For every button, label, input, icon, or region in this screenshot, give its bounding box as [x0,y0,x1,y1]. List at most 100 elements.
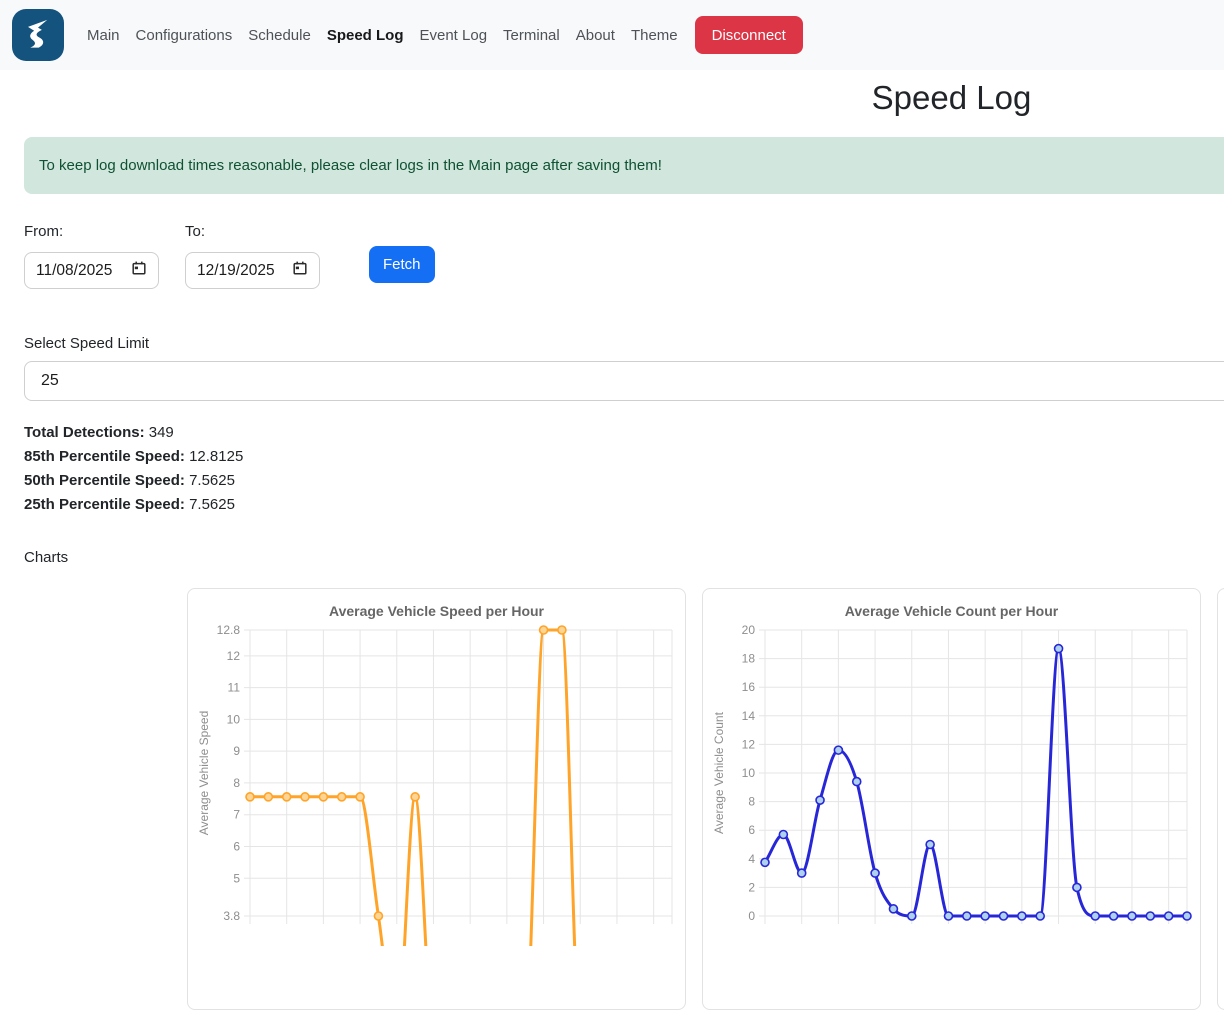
data-point [779,830,787,838]
y-tick-label: 12 [227,649,241,663]
data-point [1128,912,1136,920]
navbar: Main Configurations Schedule Speed Log E… [0,0,1224,70]
count-per-hour-chart[interactable]: 20181614121086420Average Vehicle Count p… [703,589,1200,1007]
y-tick-label: 4 [748,852,755,866]
speed-limit-label: Select Speed Limit [24,335,1224,352]
y-tick-label: 3.8 [223,909,240,923]
y-axis-title: Average Vehicle Speed [197,711,211,836]
to-group: To: 12/19/2025 [185,223,320,289]
y-tick-label: 14 [742,709,756,723]
data-point [356,793,364,801]
nav-item-terminal[interactable]: Terminal [495,27,568,44]
charts-row: 12.8121110987653.8Average Vehicle Speed … [0,588,1224,1010]
data-point [1073,883,1081,891]
chart-card-partial [1217,588,1224,1010]
fetch-button[interactable]: Fetch [369,246,435,283]
y-tick-label: 12.8 [217,623,241,637]
nav-item-schedule[interactable]: Schedule [240,27,319,44]
data-point [411,793,419,801]
y-tick-label: 5 [233,871,240,885]
data-point [816,796,824,804]
nav-item-about[interactable]: About [568,27,623,44]
y-tick-label: 18 [742,652,756,666]
data-point [1110,912,1118,920]
data-point [1091,912,1099,920]
calendar-icon[interactable] [292,260,308,281]
nav-item-theme[interactable]: Theme [623,27,686,44]
charts-label: Charts [24,549,1224,566]
chart-svg: 20181614121086420Average Vehicle Count p… [703,589,1200,1007]
data-point [1146,912,1154,920]
speed-limit-value: 25 [41,372,59,390]
stats-block: Total Detections: 349 85th Percentile Sp… [24,421,1224,517]
from-date-input[interactable]: 11/08/2025 [24,252,159,289]
from-date-value: 11/08/2025 [36,262,112,280]
nav-item-speed-log[interactable]: Speed Log [319,27,412,44]
data-point [1183,912,1191,920]
y-tick-label: 8 [233,776,240,790]
data-point [963,912,971,920]
data-point [871,869,879,877]
alert-text: To keep log download times reasonable, p… [39,157,662,174]
page-title: Speed Log [0,76,1224,120]
page: Main Configurations Schedule Speed Log E… [0,0,1224,908]
calendar-icon[interactable] [131,260,147,281]
date-filter-row: From: 11/08/2025 To: 12/19/2025 [24,223,1224,289]
speed-limit-select[interactable]: 25 [24,361,1224,401]
y-tick-label: 8 [748,795,755,809]
chart-svg: 12.8121110987653.8Average Vehicle Speed … [188,589,685,1007]
y-tick-label: 9 [233,744,240,758]
data-point [908,912,916,920]
chart-card-count: 20181614121086420Average Vehicle Count p… [702,588,1201,1010]
y-tick-label: 6 [748,823,755,837]
stat-50th-percentile: 50th Percentile Speed: 7.5625 [24,469,1224,493]
data-point [798,869,806,877]
data-point [889,905,897,913]
data-point [338,793,346,801]
data-point [1055,645,1063,653]
data-point [1000,912,1008,920]
data-point [1018,912,1026,920]
from-group: From: 11/08/2025 [24,223,159,289]
to-date-input[interactable]: 12/19/2025 [185,252,320,289]
nav-item-configurations[interactable]: Configurations [128,27,241,44]
data-point [301,793,309,801]
from-label: From: [24,223,159,240]
chart-title: Average Vehicle Speed per Hour [329,603,545,619]
y-tick-label: 16 [742,680,756,694]
data-point [319,793,327,801]
data-point [540,626,548,634]
stat-25th-percentile: 25th Percentile Speed: 7.5625 [24,493,1224,517]
nav-menu: Main Configurations Schedule Speed Log E… [79,27,686,44]
data-point [283,793,291,801]
nav-item-main[interactable]: Main [79,27,128,44]
disconnect-button[interactable]: Disconnect [695,16,803,54]
road-logo-icon [18,13,58,58]
y-tick-label: 6 [233,839,240,853]
y-tick-label: 2 [748,880,755,894]
app-logo[interactable] [12,9,64,61]
chart-title: Average Vehicle Count per Hour [845,603,1059,619]
data-point [264,793,272,801]
data-point [558,626,566,634]
data-point [944,912,952,920]
y-tick-label: 20 [742,623,756,637]
stat-total-detections: Total Detections: 349 [24,421,1224,445]
speed-per-hour-chart[interactable]: 12.8121110987653.8Average Vehicle Speed … [188,589,685,1007]
data-point [761,858,769,866]
data-line [765,649,1187,916]
data-point [1165,912,1173,920]
y-tick-label: 10 [742,766,756,780]
y-tick-label: 0 [748,909,755,923]
nav-item-event-log[interactable]: Event Log [411,27,495,44]
data-point [374,912,382,920]
data-point [981,912,989,920]
y-tick-label: 11 [228,681,241,695]
y-axis-title: Average Vehicle Count [712,711,726,834]
data-line [250,630,672,1007]
data-point [926,841,934,849]
to-label: To: [185,223,320,240]
y-tick-label: 12 [742,737,756,751]
data-point [834,746,842,754]
data-point [246,793,254,801]
